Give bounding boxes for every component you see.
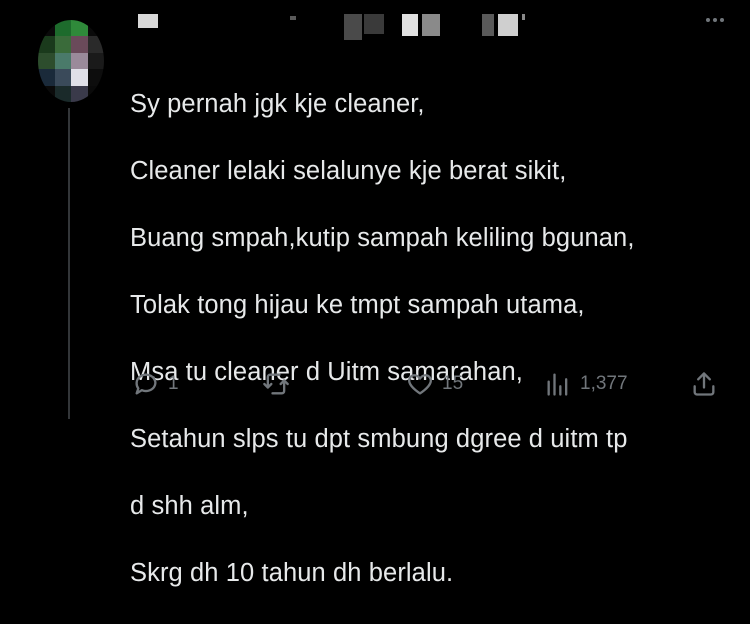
tweet-line: Skrg dh 10 tahun dh berlalu. <box>130 558 454 587</box>
author-name-censored[interactable] <box>138 14 158 40</box>
tweet-line: Sy pernah jgk kje cleaner, <box>130 89 425 118</box>
reply-count: 1 <box>168 373 179 394</box>
like-button[interactable]: 15 <box>406 370 463 398</box>
heart-icon <box>408 374 432 395</box>
views-button[interactable]: 1,377 <box>544 370 628 398</box>
author-handle-censored[interactable] <box>290 14 296 40</box>
timestamp-censored[interactable] <box>482 14 525 40</box>
tweet-line: Buang smpah,kutip sampah keliling bgunan… <box>130 223 635 252</box>
more-options-icon[interactable] <box>706 18 724 22</box>
views-icon <box>547 373 568 396</box>
share-button[interactable] <box>690 370 718 398</box>
tweet-line: Cleaner lelaki selalunye kje berat sikit… <box>130 156 567 185</box>
views-count: 1,377 <box>580 373 628 394</box>
reply-button[interactable]: 1 <box>132 370 179 398</box>
tweet[interactable]: Sy pernah jgk kje cleaner, Cleaner lelak… <box>0 0 750 587</box>
like-count: 15 <box>442 373 464 394</box>
author-handle-censored-2[interactable] <box>344 14 384 40</box>
avatar[interactable] <box>38 20 104 102</box>
thread-line <box>68 108 70 419</box>
retweet-button[interactable] <box>262 370 298 398</box>
share-icon <box>693 372 715 396</box>
author-handle-censored-3[interactable] <box>402 14 440 40</box>
action-bar: 1 15 1,377 <box>130 370 730 406</box>
reply-icon <box>135 373 157 395</box>
tweet-line: d shh alm, <box>130 491 249 520</box>
tweet-line: Setahun slps tu dpt smbung dgree d uitm … <box>130 424 628 453</box>
tweet-text: Sy pernah jgk kje cleaner, Cleaner lelak… <box>130 54 740 624</box>
retweet-icon <box>263 373 289 395</box>
tweet-line: Tolak tong hijau ke tmpt sampah utama, <box>130 290 585 319</box>
